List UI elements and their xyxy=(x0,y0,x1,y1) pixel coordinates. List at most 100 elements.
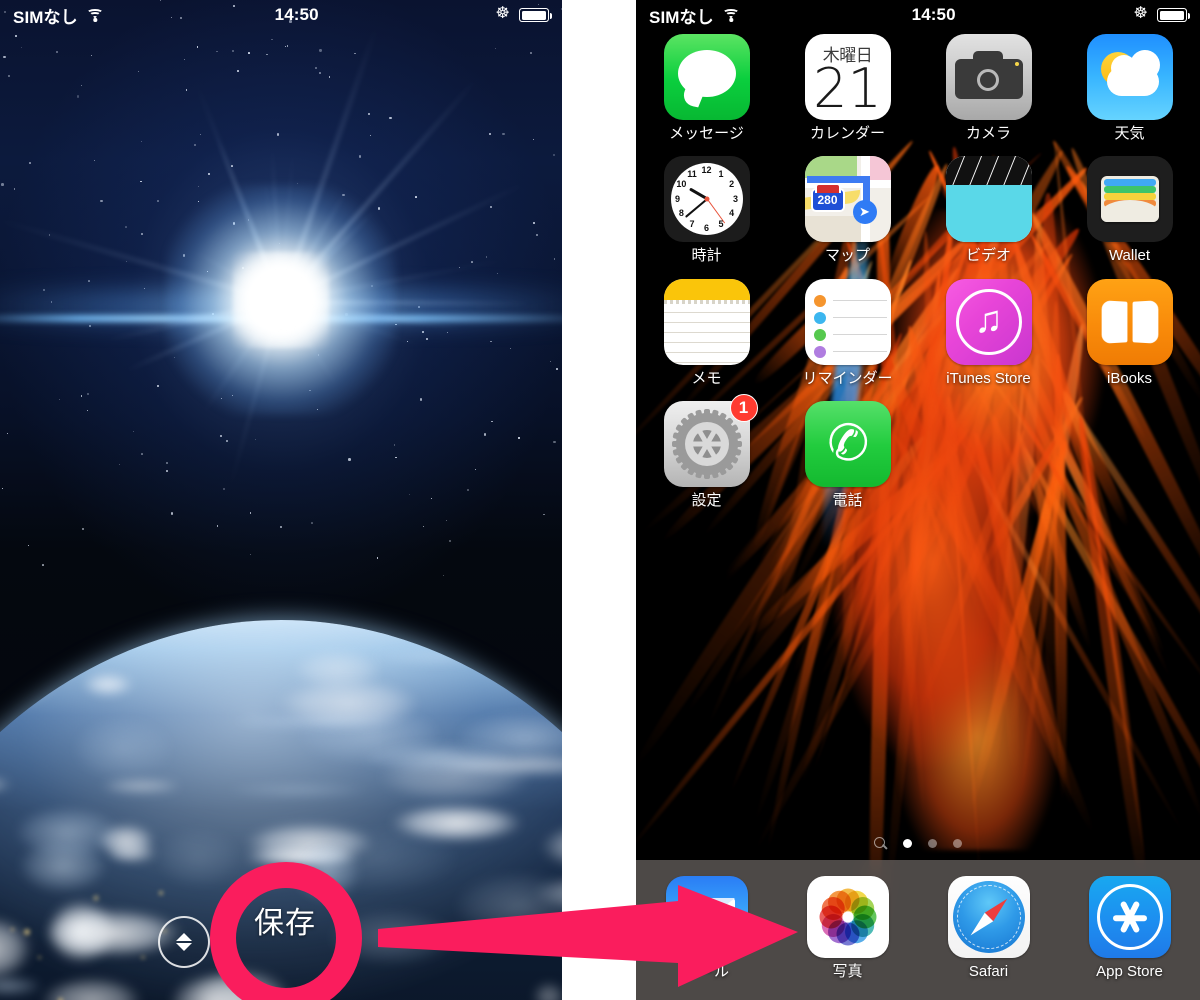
photos-icon xyxy=(806,876,889,958)
app-ibooks[interactable]: iBooks xyxy=(1059,278,1200,387)
notes-ruled-line xyxy=(663,311,750,313)
app-label: カメラ xyxy=(965,125,1011,142)
icon-holder: ♫ xyxy=(945,278,1032,365)
reminders-icon xyxy=(804,278,891,365)
dock-app-photos[interactable]: 写真 xyxy=(806,876,889,980)
chevron-down-icon xyxy=(176,943,192,951)
clock-numeral: 1 xyxy=(718,168,724,179)
icon-holder xyxy=(663,34,750,120)
battery-icon xyxy=(1157,8,1191,22)
app-store-icon xyxy=(1088,876,1171,958)
app-weather[interactable]: 天気 xyxy=(1059,34,1200,142)
app-label: 写真 xyxy=(832,963,863,980)
app-label: Safari xyxy=(968,963,1009,980)
icon-holder xyxy=(945,156,1032,243)
weather-icon xyxy=(1086,34,1173,120)
bluetooth-icon: ☸ xyxy=(495,5,510,22)
app-camera[interactable]: カメラ xyxy=(918,34,1059,142)
arrow-shape xyxy=(378,885,798,987)
app-itunes-store[interactable]: ♫ iTunes Store xyxy=(918,278,1059,387)
app-label: 時計 xyxy=(691,247,722,265)
reminder-row xyxy=(813,294,887,307)
clock-numeral: 11 xyxy=(687,168,697,179)
app-phone[interactable]: ✆ 電話 xyxy=(777,400,918,509)
icon-holder xyxy=(945,34,1032,120)
calendar-icon: 木曜日 21 xyxy=(804,34,891,120)
icon-holder xyxy=(663,278,750,365)
icon-holder: 12 1 2 3 4 5 6 7 8 9 10 11 xyxy=(663,156,750,243)
app-label: App Store xyxy=(1096,963,1163,980)
map-zone-shape xyxy=(868,156,891,183)
speech-bubble-shape xyxy=(677,50,736,97)
icon-holder: 1 xyxy=(663,393,758,487)
route-shield: 280 xyxy=(810,188,845,213)
app-calendar[interactable]: 木曜日 21 カレンダー xyxy=(777,34,918,142)
wallet-icon xyxy=(1086,156,1173,243)
notes-ruled-line xyxy=(663,341,750,343)
search-icon[interactable] xyxy=(874,837,887,850)
status-right-group: ☸ xyxy=(1133,5,1200,23)
grid-empty-slot xyxy=(918,401,1059,509)
app-settings[interactable]: 1 設定 xyxy=(636,393,777,509)
open-book-shape xyxy=(1101,299,1158,344)
page-dot-2[interactable] xyxy=(928,839,937,848)
icon-holder xyxy=(1086,278,1173,365)
icon-holder: ✆ xyxy=(804,400,891,487)
clock-pivot xyxy=(704,196,709,202)
bluetooth-icon: ☸ xyxy=(1133,5,1148,22)
clock-numeral: 4 xyxy=(729,208,735,219)
app-label: メモ xyxy=(691,369,722,387)
app-reminders[interactable]: リマインダー xyxy=(777,278,918,387)
icon-holder: 280 ➤ xyxy=(804,156,891,243)
reminder-line xyxy=(832,316,887,319)
screenshot-canvas: SIMなし 14:50 ☸ 保存 SIMなし 14:50 ☸ メッセージ 木曜日… xyxy=(0,0,1200,1000)
chevron-up-icon xyxy=(176,933,192,941)
left-status-bar: SIMなし 14:50 ☸ xyxy=(0,0,562,30)
page-dot-3[interactable] xyxy=(953,839,962,848)
up-down-chevron-button[interactable] xyxy=(158,916,210,968)
map-land-shape xyxy=(804,216,863,243)
app-label: iBooks xyxy=(1106,369,1153,387)
map-park-shape xyxy=(804,156,857,179)
navigation-arrow-icon: ➤ xyxy=(852,200,877,225)
clock-face: 12 1 2 3 4 5 6 7 8 9 10 11 xyxy=(670,163,743,236)
clock-numeral: 12 xyxy=(701,164,712,175)
reminder-dot xyxy=(813,294,826,307)
clock-numeral: 10 xyxy=(676,179,687,190)
photos-flower-shape xyxy=(816,885,880,949)
icon-holder xyxy=(804,278,891,365)
app-maps[interactable]: 280 ➤ マップ xyxy=(777,156,918,264)
wifi-icon xyxy=(722,8,740,22)
status-right-group: ☸ xyxy=(495,5,562,23)
app-clock[interactable]: 12 1 2 3 4 5 6 7 8 9 10 11 時計 xyxy=(636,156,777,264)
app-notes[interactable]: メモ xyxy=(636,278,777,387)
ibooks-icon xyxy=(1086,278,1173,365)
annotation-arrow xyxy=(378,885,798,987)
page-dot-1[interactable] xyxy=(903,839,912,848)
app-wallet[interactable]: Wallet xyxy=(1059,156,1200,264)
reminder-dot xyxy=(813,328,826,341)
reminder-dot xyxy=(813,311,826,324)
itunes-ring-shape: ♫ xyxy=(955,288,1022,355)
clock-minute-hand xyxy=(684,198,708,219)
videos-icon xyxy=(945,156,1032,243)
notes-ruled-line xyxy=(663,331,750,333)
notes-header-band xyxy=(663,278,750,300)
wallet-card-stripe xyxy=(1103,193,1156,201)
music-note-icon: ♫ xyxy=(974,298,1003,341)
clock-numeral: 7 xyxy=(689,218,695,229)
app-videos[interactable]: ビデオ xyxy=(918,156,1059,264)
wallet-pocket-shape xyxy=(1100,200,1159,223)
cloud-shape xyxy=(1106,50,1160,96)
clock-numeral: 8 xyxy=(678,208,684,219)
clock-numeral: 6 xyxy=(703,222,709,233)
dock-app-safari[interactable]: Safari xyxy=(947,876,1030,980)
app-label: 天気 xyxy=(1114,125,1145,142)
app-messages[interactable]: メッセージ xyxy=(636,34,777,142)
app-label: 電話 xyxy=(832,491,863,509)
battery-icon xyxy=(519,8,553,22)
notes-ruled-line xyxy=(663,351,750,353)
right-phone-panel: SIMなし 14:50 ☸ メッセージ 木曜日 21 カレンダー カメラ 天気 … xyxy=(636,0,1200,1000)
dock-app-app-store[interactable]: App Store xyxy=(1088,876,1171,980)
clapperboard-top xyxy=(945,156,1032,186)
